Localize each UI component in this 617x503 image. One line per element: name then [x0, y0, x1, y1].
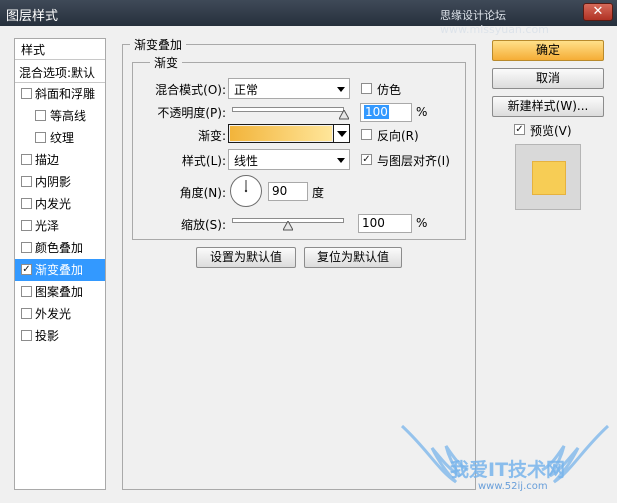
- style-list-item-label: 图案叠加: [35, 285, 84, 299]
- angle-unit: 度: [312, 186, 325, 200]
- ok-button[interactable]: 确定: [492, 40, 604, 61]
- gradient-picker[interactable]: [228, 124, 350, 143]
- styles-header[interactable]: 样式: [15, 39, 105, 60]
- opacity-label: 不透明度(P):: [157, 106, 226, 120]
- preview-label: 预览(V): [530, 124, 572, 138]
- gradient-style-value: 线性: [234, 154, 259, 168]
- blend-mode-value: 正常: [234, 83, 259, 97]
- style-list-item[interactable]: 描边: [15, 149, 105, 171]
- style-list-item-label: 纹理: [50, 131, 75, 145]
- scale-value: 100: [362, 216, 385, 230]
- style-list: 样式 混合选项:默认 斜面和浮雕 等高线 纹理 描边 内阴影 内发光 光泽 颜色叠加 ✓ 渐变叠加…: [14, 38, 106, 490]
- dither-label: 仿色: [377, 83, 402, 97]
- style-list-item[interactable]: 内发光: [15, 193, 105, 215]
- preview-swatch: [532, 161, 566, 195]
- style-label: 样式(L):: [181, 154, 226, 168]
- title-bar: 图层样式 思缘设计论坛 www.missyuan.com ✕: [0, 0, 617, 36]
- style-list-item[interactable]: 颜色叠加: [15, 237, 105, 259]
- checkbox-icon[interactable]: [21, 330, 32, 341]
- opacity-unit: %: [416, 105, 428, 119]
- opacity-slider[interactable]: [232, 107, 344, 112]
- angle-label: 角度(N):: [179, 186, 226, 200]
- gradient-preview[interactable]: [230, 126, 332, 141]
- style-list-item-label: 内阴影: [35, 175, 72, 189]
- checkbox-icon: ✓: [514, 124, 525, 135]
- style-list-item[interactable]: ✓ 渐变叠加: [15, 259, 105, 281]
- align-with-layer-checkbox[interactable]: ✓ 与图层对齐(I): [361, 152, 450, 169]
- site-watermark-url: www.52ij.com: [478, 481, 548, 492]
- blending-options-item[interactable]: 混合选项:默认: [15, 60, 105, 83]
- close-button[interactable]: ✕: [583, 3, 613, 21]
- scale-slider-handle[interactable]: [283, 221, 293, 231]
- gradient-overlay-title: 渐变叠加: [130, 36, 187, 53]
- checkbox-icon: ✓: [361, 154, 372, 165]
- chevron-down-icon: [337, 87, 345, 92]
- blend-mode-label: 混合模式(O):: [155, 83, 226, 97]
- make-default-button[interactable]: 设置为默认值: [196, 247, 296, 268]
- reverse-checkbox[interactable]: 反向(R): [361, 127, 419, 144]
- checkbox-icon[interactable]: [21, 154, 32, 165]
- dither-checkbox[interactable]: 仿色: [361, 81, 401, 98]
- opacity-slider-handle[interactable]: [339, 110, 349, 120]
- style-list-item-label: 外发光: [35, 307, 72, 321]
- style-list-item[interactable]: 纹理: [15, 127, 105, 149]
- style-list-item-label: 内发光: [35, 197, 72, 211]
- style-list-item[interactable]: 光泽: [15, 215, 105, 237]
- style-preview: [515, 144, 581, 210]
- scale-label: 缩放(S):: [180, 218, 226, 232]
- style-list-item[interactable]: 内阴影: [15, 171, 105, 193]
- style-list-item[interactable]: 外发光: [15, 303, 105, 325]
- window-title: 图层样式: [6, 9, 59, 24]
- new-style-button[interactable]: 新建样式(W)...: [492, 96, 604, 117]
- style-list-item-label: 投影: [35, 329, 60, 343]
- angle-value: 90: [272, 184, 288, 198]
- style-list-item-label: 光泽: [35, 219, 60, 233]
- gradient-style-select[interactable]: 线性: [228, 149, 350, 170]
- style-list-item-label: 等高线: [50, 109, 87, 123]
- style-list-item-label: 颜色叠加: [35, 241, 84, 255]
- site-watermark-text: 我爱IT技术网: [450, 459, 566, 481]
- gradient-label: 渐变:: [197, 129, 226, 143]
- style-list-item[interactable]: 斜面和浮雕: [15, 83, 105, 105]
- blend-mode-select[interactable]: 正常: [228, 78, 350, 99]
- align-with-layer-label: 与图层对齐(I): [377, 154, 450, 168]
- checkbox-icon[interactable]: [21, 308, 32, 319]
- style-list-item-label: 斜面和浮雕: [35, 87, 96, 101]
- scale-unit: %: [416, 216, 428, 230]
- checkbox-icon[interactable]: [21, 286, 32, 297]
- checkbox-icon[interactable]: ✓: [21, 264, 32, 275]
- style-list-item[interactable]: 投影: [15, 325, 105, 347]
- cancel-button[interactable]: 取消: [492, 68, 604, 89]
- scale-input[interactable]: 100: [358, 214, 412, 233]
- opacity-input[interactable]: 100: [360, 103, 412, 122]
- preview-checkbox[interactable]: ✓ 预览(V): [514, 122, 572, 139]
- style-list-item[interactable]: 等高线: [15, 105, 105, 127]
- checkbox-icon: [361, 129, 372, 140]
- close-icon: ✕: [592, 4, 604, 19]
- style-list-item[interactable]: 图案叠加: [15, 281, 105, 303]
- reverse-label: 反向(R): [377, 129, 419, 143]
- chevron-down-icon: [337, 158, 345, 163]
- checkbox-icon[interactable]: [21, 176, 32, 187]
- checkbox-icon[interactable]: [21, 242, 32, 253]
- gradient-subgroup-title: 渐变: [150, 54, 183, 71]
- angle-input[interactable]: 90: [268, 182, 308, 201]
- reset-default-button[interactable]: 复位为默认值: [304, 247, 402, 268]
- angle-dial[interactable]: [230, 175, 262, 207]
- checkbox-icon[interactable]: [35, 110, 46, 121]
- opacity-value: 100: [364, 105, 389, 119]
- style-list-item-label: 渐变叠加: [35, 263, 84, 277]
- checkbox-icon[interactable]: [21, 220, 32, 231]
- gradient-dropdown-button[interactable]: [333, 125, 349, 142]
- checkbox-icon[interactable]: [35, 132, 46, 143]
- style-list-item-label: 描边: [35, 153, 60, 167]
- checkbox-icon[interactable]: [21, 198, 32, 209]
- checkbox-icon: [361, 83, 372, 94]
- checkbox-icon[interactable]: [21, 88, 32, 99]
- chevron-down-icon: [337, 131, 347, 137]
